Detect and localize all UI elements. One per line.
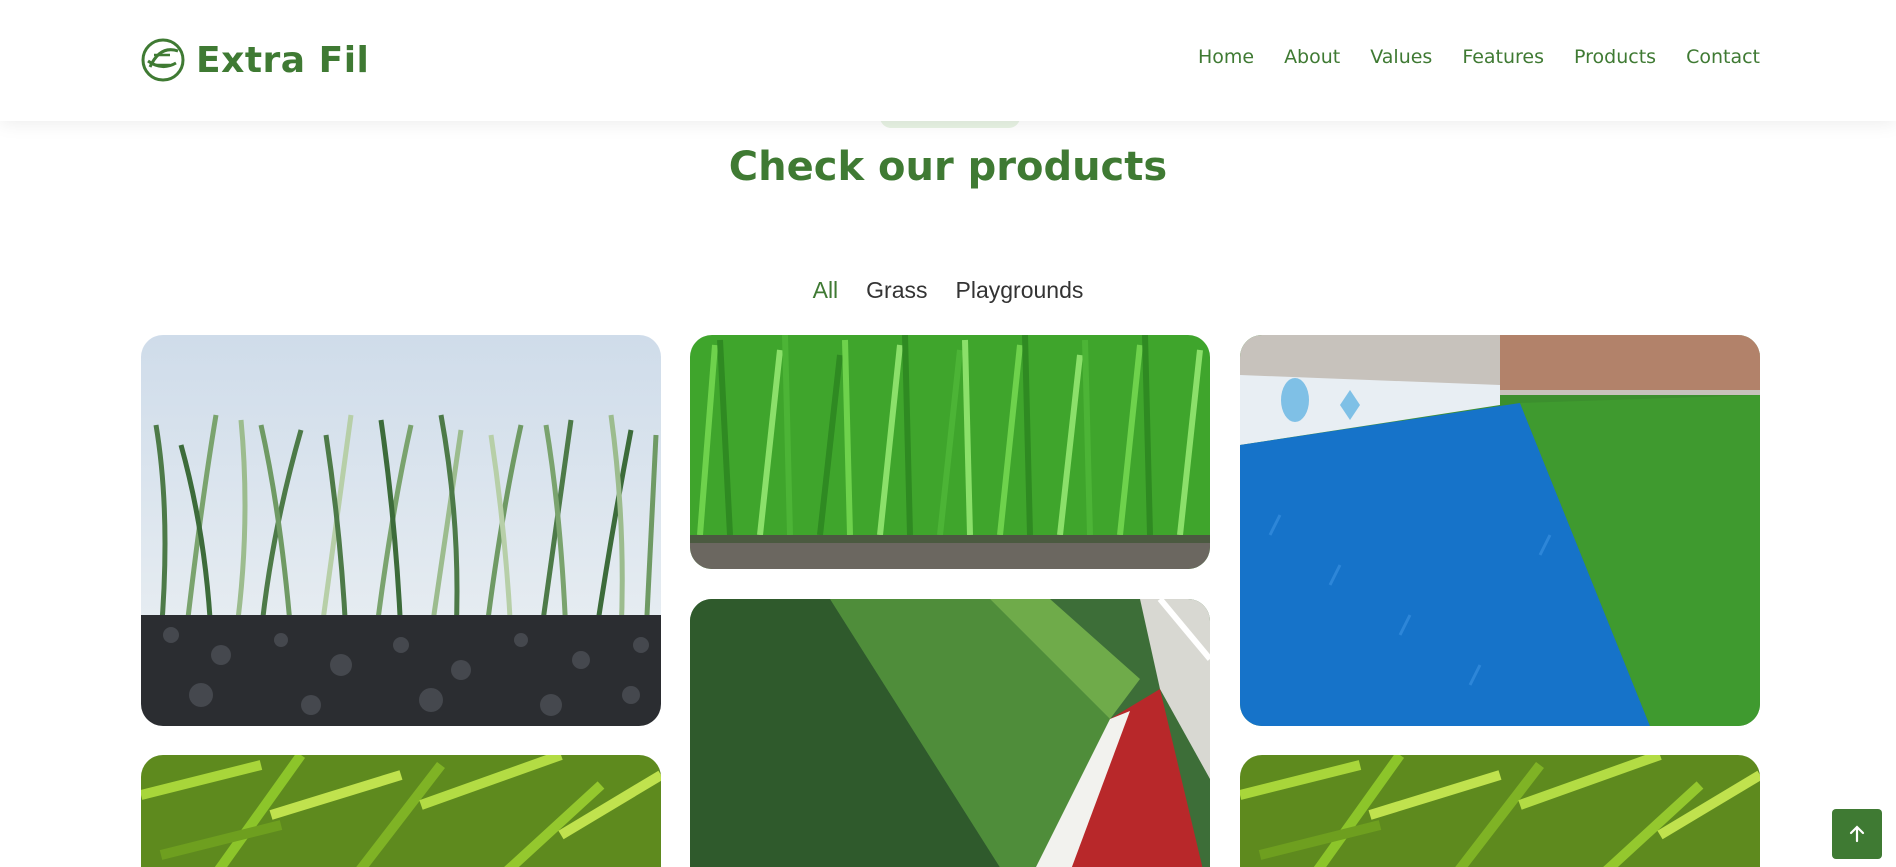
product-card-running-track-turf[interactable] [690,599,1210,867]
extra-fil-logo-icon [141,38,185,82]
product-card-grass-closeup[interactable] [141,755,661,867]
brand-logo[interactable]: Extra Fil [140,36,369,84]
back-to-top-button[interactable] [1832,809,1882,859]
product-filters: All Grass Playgrounds [0,277,1896,304]
product-card-grass-rubber[interactable] [141,335,661,726]
nav-features[interactable]: Features [1462,46,1544,68]
filter-grass[interactable]: Grass [866,277,927,304]
product-image [690,599,1210,867]
product-image [690,335,1210,569]
product-image [1240,335,1760,726]
section-title: Check our products [728,144,1168,190]
product-card-bright-grass[interactable] [690,335,1210,569]
filter-playgrounds[interactable]: Playgrounds [956,277,1084,304]
main-nav: Home About Values Features Products Cont… [1168,46,1760,68]
nav-about[interactable]: About [1284,46,1340,68]
product-card-blue-green-turf[interactable] [1240,335,1760,726]
filter-all[interactable]: All [813,277,839,304]
brand-name: Extra Fil [196,39,370,81]
nav-values[interactable]: Values [1370,46,1432,68]
product-card-grass-closeup-2[interactable] [1240,755,1760,867]
product-image [1240,755,1760,867]
nav-contact[interactable]: Contact [1686,46,1760,68]
nav-home[interactable]: Home [1198,46,1254,68]
arrow-up-icon [1849,825,1865,843]
nav-products[interactable]: Products [1574,46,1656,68]
product-image [141,755,661,867]
site-header: Extra Fil Home About Values Features Pro… [0,0,1896,121]
product-image [141,335,661,726]
